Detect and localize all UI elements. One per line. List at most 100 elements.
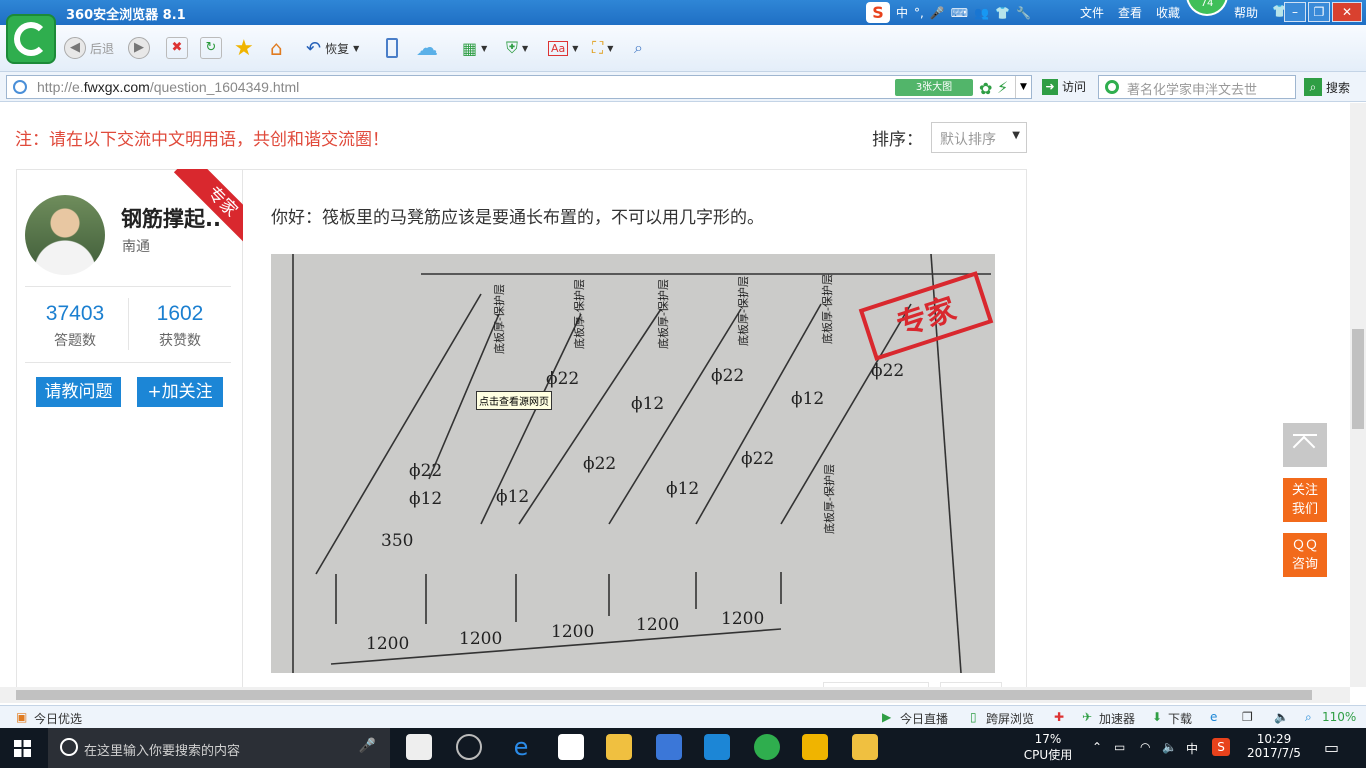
arrow-right-icon: ➜ [1042, 78, 1058, 95]
phone-button[interactable] [386, 35, 398, 61]
edge-icon[interactable]: e [508, 734, 534, 760]
user-icon[interactable]: 👥 [974, 6, 989, 20]
chevron-down-icon[interactable]: ▼ [1015, 76, 1031, 98]
restore-tab-button[interactable]: ↶ 恢复 ▼ [306, 35, 359, 61]
today-pick-link[interactable]: 今日优选 [34, 710, 82, 727]
cpu-usage[interactable]: 17% CPU使用 [1020, 732, 1076, 763]
menu-favorites[interactable]: 收藏 [1156, 4, 1180, 21]
help-icon[interactable] [852, 734, 878, 760]
shirt-icon[interactable]: 👕 [995, 6, 1010, 20]
clock[interactable]: 10:29 2017/7/5 [1244, 732, 1304, 760]
ime-mode[interactable]: 中 [896, 4, 908, 21]
refresh-button[interactable]: ↻ [200, 35, 222, 61]
wrench-icon[interactable]: 🔧 [1016, 6, 1031, 20]
horizontal-scrollbar[interactable] [0, 687, 1350, 703]
browser-logo-icon[interactable] [6, 14, 56, 64]
chevron-up-icon[interactable]: ⌃ [1092, 740, 1102, 754]
notes-icon[interactable] [802, 734, 828, 760]
civility-note: 注：请在以下交流中文明用语，共创和谐交流圈！ [15, 130, 389, 150]
apps-icon: ▦ [462, 38, 478, 58]
avatar[interactable] [25, 195, 105, 275]
accelerator-link[interactable]: 加速器 [1099, 710, 1135, 727]
expert-city: 南通 [122, 239, 150, 255]
ie-icon[interactable]: e [1210, 710, 1217, 724]
scroll-thumb[interactable] [16, 690, 1312, 700]
store-icon[interactable] [558, 734, 584, 760]
forward-button[interactable]: ▶ [128, 35, 150, 61]
zoom-button[interactable]: ⌕ [634, 35, 643, 61]
battery-icon[interactable]: ▭ [1114, 740, 1125, 754]
microphone-icon[interactable]: 🎤 [930, 6, 945, 20]
bar12-label-2: ϕ12 [631, 394, 664, 414]
taskbar-app-icon[interactable] [406, 734, 432, 760]
view-source-tooltip[interactable]: 点击查看源网页 [476, 391, 552, 410]
close-button[interactable]: ✕ [1332, 2, 1362, 22]
apps-button[interactable]: ▦ ▼ [462, 35, 487, 61]
speaker-icon[interactable]: 🔈 [1274, 710, 1289, 724]
sogou-ime-icon[interactable]: S [1212, 738, 1230, 756]
stop-button[interactable]: ✖ [166, 35, 188, 61]
favorite-button[interactable]: ★ [234, 35, 254, 61]
back-button[interactable]: ◀ 后退 [64, 35, 114, 61]
menu-view[interactable]: 查看 [1118, 4, 1142, 21]
answer-image[interactable]: ϕ22 ϕ12 ϕ22 ϕ12 ϕ22 ϕ12 ϕ22 ϕ12 ϕ22 ϕ12 … [271, 254, 995, 673]
keyboard-icon[interactable]: ⌨ [951, 6, 968, 20]
browser-360-icon[interactable] [754, 734, 780, 760]
screenshot-button[interactable]: ⛶ ▼ [592, 35, 613, 61]
search-button[interactable]: ⌕ 搜索 [1304, 78, 1350, 96]
cross-screen-link[interactable]: 跨屏浏览 [986, 710, 1034, 727]
follow-us-button[interactable]: 关注 我们 [1283, 478, 1327, 522]
scroll-thumb[interactable] [1352, 329, 1364, 429]
lightning-icon[interactable]: ⚡ [997, 78, 1008, 97]
taskbar-search[interactable]: 在这里输入你要搜索的内容 🎤 [48, 728, 390, 768]
home-button[interactable]: ⌂ [270, 35, 283, 61]
back-to-top-button[interactable] [1283, 423, 1327, 467]
taskbar-app-icon[interactable] [704, 734, 730, 760]
address-bar[interactable]: http://e.fwxgx.com/question_1604349.html… [6, 75, 1032, 99]
sort-select[interactable]: 默认排序 ▼ [931, 122, 1027, 153]
vertical-scrollbar[interactable] [1350, 103, 1366, 687]
big-image-button[interactable]: 3张大图 [895, 79, 973, 96]
add-icon[interactable]: ✚ [1054, 710, 1064, 724]
volume-icon[interactable]: 🔈 [1162, 740, 1177, 754]
restore-button[interactable]: ❐ [1308, 2, 1330, 22]
minimize-button[interactable]: – [1284, 2, 1306, 22]
today-live-link[interactable]: 今日直播 [900, 710, 948, 727]
wifi-icon[interactable]: ◠ [1140, 740, 1150, 754]
zoom-icon: ⌕ [1305, 710, 1312, 724]
folder-icon[interactable] [606, 734, 632, 760]
bar12-label-1: ϕ12 [409, 489, 442, 509]
expert-profile: 钢筋撑起.. 南通 专家 37403 答题数 1602 获赞数 请教问题 +加关… [17, 169, 243, 687]
shield-button[interactable]: ⛨ ▼ [506, 35, 528, 61]
translate-button[interactable]: Aa ▼ [548, 35, 578, 61]
ime-punct[interactable]: °, [914, 6, 924, 20]
windows-icon[interactable]: ❐ [1242, 710, 1253, 724]
cover-label-4: 底板厚-保护层 [736, 276, 750, 346]
dim1200-label-1: 1200 [366, 634, 409, 654]
taskbar-app-icon[interactable] [656, 734, 682, 760]
menu-file[interactable]: 文件 [1080, 4, 1104, 21]
visit-button[interactable]: ➜ 访问 [1042, 78, 1086, 95]
address-url[interactable]: http://e.fwxgx.com/question_1604349.html [37, 79, 299, 95]
bar12-label-5: ϕ12 [666, 479, 699, 499]
input-language[interactable]: 中 [1186, 740, 1198, 757]
menu-help[interactable]: 帮助 [1234, 4, 1258, 21]
sogou-ime-icon[interactable]: S [866, 2, 890, 23]
zoom-level[interactable]: 110% [1322, 710, 1356, 724]
taskbar-app-icon[interactable] [456, 734, 482, 760]
ask-question-button[interactable]: 请教问题 [36, 377, 121, 407]
search-input[interactable]: 著名化学家申泮文去世 [1098, 75, 1296, 99]
windows-start-icon[interactable] [14, 740, 31, 757]
divider [128, 298, 129, 350]
qq-consult-button[interactable]: ＱＱ 咨询 [1283, 533, 1327, 577]
download-link[interactable]: 下载 [1168, 710, 1192, 727]
refresh-icon[interactable]: ✿ [979, 79, 992, 98]
globe-icon [13, 80, 27, 94]
microphone-icon[interactable]: 🎤 [359, 738, 376, 754]
cloud-button[interactable]: ☁ [416, 35, 438, 61]
stop-icon: ✖ [166, 37, 188, 59]
cover-label-1: 底板厚-保护层 [492, 284, 506, 354]
notification-icon[interactable]: ▭ [1324, 738, 1339, 757]
follow-button[interactable]: +加关注 [137, 377, 223, 407]
ime-toolbar[interactable]: S 中 °, 🎤 ⌨ 👥 👕 🔧 [866, 2, 1031, 23]
